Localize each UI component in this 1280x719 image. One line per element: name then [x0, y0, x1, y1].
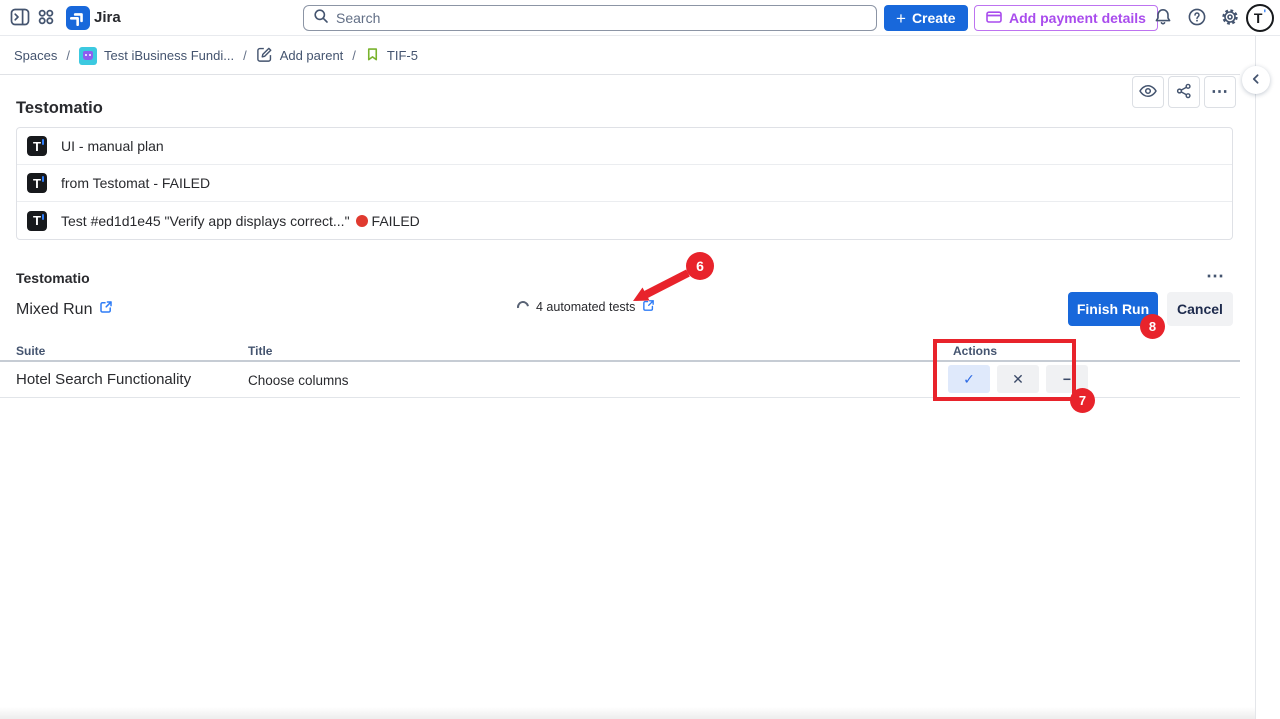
jira-logo-icon[interactable]: [66, 6, 90, 30]
search-input[interactable]: [336, 10, 867, 26]
finish-run-button[interactable]: Finish Run: [1068, 292, 1158, 326]
watch-button[interactable]: [1132, 76, 1164, 108]
failed-status-label: FAILED: [372, 213, 420, 229]
run-panel-title: Testomatio: [16, 270, 90, 286]
add-payment-details-label: Add payment details: [1009, 10, 1146, 26]
failed-status-dot-icon: [356, 215, 368, 227]
create-button[interactable]: + Create: [884, 5, 968, 31]
automated-tests-summary: 4 automated tests: [517, 299, 655, 315]
breadcrumb-separator: /: [243, 48, 247, 63]
sidebar-toggle-icon: [10, 7, 30, 30]
list-item-label: from Testomat - FAILED: [61, 175, 210, 191]
add-payment-details-button[interactable]: Add payment details: [974, 5, 1158, 31]
check-icon: ✓: [963, 371, 975, 388]
eye-icon: [1138, 81, 1158, 104]
list-item-failed-test[interactable]: T Test #ed1d1e45 "Verify app displays co…: [17, 202, 1232, 239]
avatar-logo-tick: ': [1263, 8, 1266, 20]
breadcrumb-space-label: Test iBusiness Fundi...: [104, 48, 234, 63]
settings-button[interactable]: [1220, 8, 1240, 28]
list-item-manual-plan[interactable]: T UI - manual plan: [17, 128, 1232, 165]
bookmark-icon: [365, 47, 380, 65]
table-header-divider: [0, 360, 1240, 362]
user-avatar[interactable]: T': [1246, 4, 1274, 32]
avatar-logo-letter: T: [1254, 10, 1263, 26]
testomatio-linked-list: T UI - manual plan T from Testomat - FAI…: [16, 127, 1233, 240]
testomatio-panel-title: Testomatio: [16, 99, 103, 118]
column-header-suite: Suite: [16, 344, 45, 358]
right-panel-divider: [1255, 36, 1256, 719]
run-name-label: Mixed Run: [16, 301, 92, 319]
automated-tests-label: 4 automated tests: [536, 300, 635, 314]
breadcrumb: Spaces / Test iBusiness Fundi... / Add p…: [14, 36, 418, 75]
mark-failed-button[interactable]: ✕: [997, 365, 1039, 393]
testomatio-logo-icon: T: [27, 211, 47, 231]
sidebar-toggle-button[interactable]: [10, 8, 30, 28]
chevron-left-icon: [1249, 72, 1263, 89]
ellipsis-icon: ⋯: [1206, 266, 1226, 286]
breadcrumb-space[interactable]: Test iBusiness Fundi...: [79, 47, 234, 65]
table-row-actions: ✓ ✕ −: [948, 365, 1088, 393]
breadcrumb-issue-key: TIF-5: [387, 48, 418, 63]
app-title: Jira: [94, 9, 121, 26]
collapse-panel-button[interactable]: [1242, 66, 1270, 94]
help-icon: [1187, 7, 1207, 30]
search-icon: [313, 8, 329, 29]
bell-icon: [1153, 7, 1173, 30]
share-icon: [1175, 82, 1193, 103]
credit-card-icon: [986, 9, 1002, 28]
breadcrumb-issue[interactable]: TIF-5: [365, 47, 418, 65]
help-button[interactable]: [1187, 8, 1207, 28]
column-header-title: Title: [248, 344, 272, 358]
breadcrumb-bar: Spaces / Test iBusiness Fundi... / Add p…: [0, 36, 1240, 75]
list-item-label: UI - manual plan: [61, 138, 164, 154]
edit-icon: [256, 46, 273, 66]
gear-icon: [1220, 7, 1240, 30]
cross-icon: ✕: [1012, 371, 1024, 388]
external-link-icon: [99, 300, 113, 319]
page-more-actions-button[interactable]: ⋯: [1204, 76, 1236, 108]
minus-icon: −: [1063, 371, 1071, 387]
run-more-actions-button[interactable]: ⋯: [1198, 264, 1234, 288]
global-search[interactable]: [303, 5, 877, 31]
list-item-from-testomat[interactable]: T from Testomat - FAILED: [17, 165, 1232, 202]
table-row-title-cell: Choose columns: [248, 373, 349, 388]
testomatio-logo-icon: T: [27, 136, 47, 156]
plus-icon: +: [896, 10, 906, 27]
annotation-step-badge-6: 6: [686, 252, 714, 280]
breadcrumb-spaces[interactable]: Spaces: [14, 48, 57, 63]
notifications-button[interactable]: [1153, 8, 1173, 28]
breadcrumb-add-parent[interactable]: Add parent: [256, 46, 344, 66]
ellipsis-icon: ⋯: [1211, 82, 1229, 102]
breadcrumb-separator: /: [66, 48, 70, 63]
testomatio-logo-icon: T: [27, 173, 47, 193]
cancel-button[interactable]: Cancel: [1167, 292, 1233, 326]
run-name-link[interactable]: Mixed Run: [16, 300, 113, 319]
create-button-label: Create: [912, 10, 956, 26]
share-button[interactable]: [1168, 76, 1200, 108]
top-nav: Jira + Create Add payment details T': [0, 0, 1280, 36]
table-row-divider: [0, 397, 1240, 398]
mark-skipped-button[interactable]: −: [1046, 365, 1088, 393]
column-header-actions: Actions: [953, 344, 997, 358]
bottom-fade: [0, 707, 1255, 719]
app-switcher-icon: [36, 7, 56, 30]
space-avatar-icon: [79, 47, 97, 65]
external-link-icon[interactable]: [642, 299, 655, 315]
list-item-label: Test #ed1d1e45 "Verify app displays corr…: [61, 213, 420, 229]
mark-passed-button[interactable]: ✓: [948, 365, 990, 393]
loading-spinner-icon: [515, 299, 532, 316]
table-row-suite-cell[interactable]: Hotel Search Functionality: [16, 371, 191, 388]
breadcrumb-separator: /: [352, 48, 356, 63]
app-switcher-button[interactable]: [36, 8, 56, 28]
breadcrumb-add-parent-label: Add parent: [280, 48, 344, 63]
